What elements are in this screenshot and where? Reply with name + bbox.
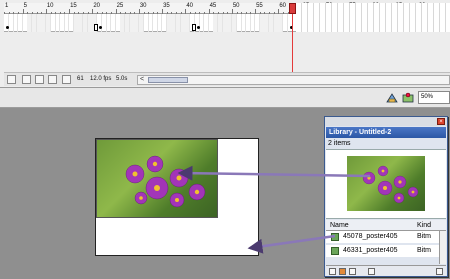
stage-bitmap-image[interactable]: [96, 139, 218, 218]
library-vscrollbar[interactable]: [439, 231, 446, 264]
aster-flowers-image: [125, 155, 206, 208]
ruler-label: 20: [93, 3, 101, 9]
aster-flowers-thumbnail: [362, 165, 419, 204]
empty-frames-region: [296, 3, 450, 32]
scroll-thumb[interactable]: [148, 77, 188, 83]
library-preview: [326, 149, 446, 219]
ruler-label: 25: [116, 3, 124, 9]
zoom-select[interactable]: 50%: [418, 91, 450, 104]
new-symbol-icon[interactable]: [329, 268, 336, 275]
ruler-label: 55: [256, 3, 263, 9]
ruler-label: 5: [23, 3, 27, 9]
playhead-marker[interactable]: [289, 3, 296, 14]
library-panel: × Library - Untitled-2 2 items Name Kind…: [324, 116, 448, 277]
ruler-label: 45: [209, 3, 217, 9]
ruler-label: 30: [139, 3, 147, 9]
scroll-left-icon[interactable]: <: [140, 76, 144, 83]
keyframe[interactable]: [192, 24, 196, 31]
column-kind[interactable]: Kind: [417, 222, 431, 229]
frame-rate: 12.0 fps: [90, 76, 112, 82]
ruler-label: 1: [5, 3, 9, 9]
ruler-label: 60: [279, 3, 287, 9]
properties-icon[interactable]: [349, 268, 356, 275]
bitmap-icon: [331, 233, 339, 241]
library-closebar: ×: [325, 117, 447, 126]
edit-multiple-frames-icon[interactable]: [62, 75, 71, 84]
onion-skin-icon[interactable]: [35, 75, 44, 84]
ruler-label: 40: [186, 3, 194, 9]
edit-bar: 50%: [0, 88, 450, 108]
keyframe[interactable]: [6, 26, 9, 29]
new-folder-icon[interactable]: [339, 268, 346, 275]
ruler-label: 15: [70, 3, 77, 9]
current-frame: 61: [77, 76, 84, 82]
library-item-count: 2 items: [328, 140, 351, 147]
library-column-header: Name Kind: [326, 220, 446, 231]
add-layer-icon[interactable]: [22, 75, 31, 84]
timeline-panel: 151015202530354045505560657075808590 61 …: [0, 0, 450, 88]
keyframe-dot: [99, 26, 102, 29]
onion-outline-icon[interactable]: [48, 75, 57, 84]
bitmap-icon: [331, 247, 339, 255]
ruler-label: 10: [46, 3, 54, 9]
library-item[interactable]: 46331_poster405 Bitm: [326, 245, 439, 257]
resize-icon[interactable]: [436, 268, 443, 275]
keyframe[interactable]: [94, 24, 98, 31]
playhead-line: [292, 14, 293, 74]
library-toolbar: [326, 265, 446, 276]
library-item-name: 46331_poster405: [343, 247, 398, 254]
column-name[interactable]: Name: [330, 222, 349, 229]
library-item-kind: Bitm: [417, 233, 431, 240]
keyframe-dot: [197, 26, 200, 29]
library-title[interactable]: Library - Untitled-2: [326, 127, 446, 138]
library-item[interactable]: 45078_poster405 Bitm: [326, 231, 439, 243]
ruler-label: 50: [232, 3, 240, 9]
timeline-hscrollbar[interactable]: <: [137, 75, 450, 85]
library-item-name: 45078_poster405: [343, 233, 398, 240]
timeline-statusbar: 61 12.0 fps 5.0s <: [4, 72, 450, 86]
elapsed-time: 5.0s: [116, 76, 128, 82]
ruler-label: 35: [163, 3, 170, 9]
preview-bitmap-image: [347, 156, 425, 211]
delete-icon[interactable]: [368, 268, 375, 275]
library-item-kind: Bitm: [417, 247, 431, 254]
lock-icon[interactable]: [7, 75, 16, 84]
close-icon[interactable]: ×: [437, 118, 445, 125]
edit-scene-icon[interactable]: [402, 92, 414, 104]
edit-symbol-icon[interactable]: [386, 92, 398, 104]
